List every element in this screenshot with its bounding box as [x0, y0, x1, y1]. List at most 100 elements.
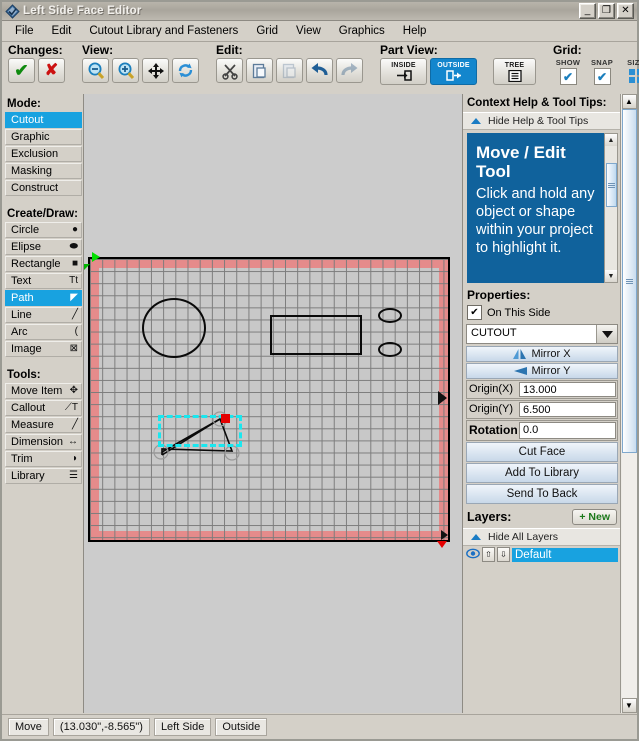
grid-snap-control[interactable]: SNAP ✔ [587, 58, 617, 85]
add-to-library-button[interactable]: Add To Library [466, 463, 618, 483]
menu-grid[interactable]: Grid [247, 23, 287, 39]
part-view-outside-button[interactable]: OUTSIDE [430, 58, 477, 85]
grid-show-control[interactable]: SHOW ✔ [553, 58, 583, 85]
pan-icon [147, 62, 164, 79]
menu-cutout-library[interactable]: Cutout Library and Fasteners [80, 23, 247, 39]
copy-button[interactable] [246, 58, 273, 83]
part-view-inside-button[interactable]: INSIDE [380, 58, 427, 85]
undo-button[interactable] [306, 58, 333, 83]
rotation-input[interactable]: 0.0 [519, 422, 616, 439]
sidebar-item-construct[interactable]: Construct [5, 180, 82, 196]
cut-button[interactable] [216, 58, 243, 83]
sidebar-item-arc[interactable]: Arc ( [5, 324, 82, 340]
sidebar-item-text[interactable]: Text Tt [5, 273, 82, 289]
arc-icon: ( [74, 326, 78, 337]
sidebar-item-rectangle[interactable]: Rectangle ■ [5, 256, 82, 272]
dimension-icon: ↔ [68, 436, 78, 447]
origin-y-row[interactable]: Origin(Y) 6.500 [466, 400, 618, 419]
scroll-up-icon[interactable]: ▲ [605, 134, 617, 146]
drawing-canvas[interactable] [84, 94, 463, 713]
library-icon: ☰ [69, 470, 78, 481]
scroll-up-icon[interactable]: ▲ [621, 94, 637, 109]
layer-name[interactable]: Default [512, 547, 618, 562]
sidebar-item-callout[interactable]: Callout ⟋T [5, 400, 82, 416]
mirror-x-button[interactable]: Mirror X [466, 346, 618, 362]
circle-cutout[interactable] [142, 298, 206, 358]
sidebar-item-trim[interactable]: Trim ◗ [5, 451, 82, 467]
origin-x-input[interactable]: 13.000 [519, 382, 616, 397]
cut-face-button[interactable]: Cut Face [466, 442, 618, 462]
face-drawing[interactable] [84, 252, 450, 548]
help-scrollbar[interactable]: ▲ ▼ [604, 133, 618, 283]
grid-snap-checkbox[interactable]: ✔ [593, 68, 611, 85]
sidebar-item-path[interactable]: Path ◤ [5, 290, 82, 306]
cancel-changes-button[interactable]: ✘ [38, 58, 65, 83]
rotation-row[interactable]: Rotation 0.0 [466, 420, 618, 441]
hide-all-layers-label: Hide All Layers [488, 531, 559, 543]
hide-help-toggle[interactable]: Hide Help & Tool Tips [463, 112, 620, 130]
sidebar-item-exclusion[interactable]: Exclusion [5, 146, 82, 162]
sidebar-item-graphic[interactable]: Graphic [5, 129, 82, 145]
undo-icon [311, 63, 328, 76]
move-layer-up-icon[interactable]: ⇧ [482, 547, 495, 562]
zoom-in-button[interactable] [112, 58, 139, 83]
sidebar-item-circle[interactable]: Circle ● [5, 222, 82, 238]
layer-item-default[interactable]: ⇧ ⇩ Default [466, 547, 618, 562]
origin-y-input[interactable]: 6.500 [519, 402, 616, 417]
paste-button[interactable] [276, 58, 303, 83]
sidebar-item-label: Image [11, 343, 42, 355]
scroll-down-icon[interactable]: ▼ [605, 270, 617, 282]
menu-edit[interactable]: Edit [43, 23, 81, 39]
grid-size-control[interactable]: SIZE [621, 58, 639, 83]
menu-view[interactable]: View [287, 23, 330, 39]
grid-overlay [90, 259, 448, 540]
maximize-button[interactable]: ❐ [598, 3, 615, 19]
grid-show-checkbox[interactable]: ✔ [559, 68, 577, 85]
new-layer-button[interactable]: + New [572, 509, 617, 525]
scroll-track[interactable] [621, 109, 637, 698]
move-layer-down-icon[interactable]: ⇩ [497, 547, 510, 562]
tree-button[interactable]: TREE [493, 58, 536, 85]
sidebar-item-measure[interactable]: Measure ╱ [5, 417, 82, 433]
edit-label: Edit: [216, 43, 243, 57]
selection-handle[interactable] [221, 414, 230, 423]
sidebar-item-cutout[interactable]: Cutout [5, 112, 82, 128]
sidebar-item-elipse[interactable]: Elipse ⬬ [5, 239, 82, 255]
menu-graphics[interactable]: Graphics [330, 23, 394, 39]
origin-y-label: Origin(Y) [469, 403, 514, 415]
hide-all-layers-toggle[interactable]: Hide All Layers [463, 528, 620, 546]
redo-button[interactable] [336, 58, 363, 83]
sidebar-item-line[interactable]: Line ╱ [5, 307, 82, 323]
origin-corner-icon [84, 264, 90, 270]
scroll-thumb[interactable] [605, 163, 617, 207]
rectangle-cutout[interactable] [270, 315, 362, 355]
zoom-out-button[interactable] [82, 58, 109, 83]
scroll-down-icon[interactable]: ▼ [621, 698, 637, 713]
eye-icon[interactable] [466, 548, 480, 562]
minimize-button[interactable]: _ [579, 3, 596, 19]
sidebar-item-dimension[interactable]: Dimension ↔ [5, 434, 82, 450]
send-to-back-button[interactable]: Send To Back [466, 484, 618, 504]
cutout-type-select[interactable]: CUTOUT [466, 324, 618, 344]
sidebar-item-masking[interactable]: Masking [5, 163, 82, 179]
close-button[interactable]: ✕ [617, 3, 634, 19]
refresh-button[interactable] [172, 58, 199, 83]
on-this-side-checkbox[interactable]: ✔ [467, 305, 482, 320]
oval-cutout-bottom[interactable] [378, 342, 402, 357]
origin-x-row[interactable]: Origin(X) 13.000 [466, 380, 618, 399]
sidebar-item-image[interactable]: Image ⊠ [5, 341, 82, 357]
on-this-side-row[interactable]: ✔ On This Side [463, 305, 620, 323]
toolbar-group-edit: Edit: [210, 42, 368, 94]
pan-button[interactable] [142, 58, 169, 83]
menu-help[interactable]: Help [394, 23, 436, 39]
right-panel-scrollbar[interactable]: ▲ ▼ [620, 94, 637, 713]
oval-cutout-top[interactable] [378, 308, 402, 323]
mirror-y-button[interactable]: Mirror Y [466, 363, 618, 379]
scroll-thumb[interactable] [621, 109, 637, 453]
chevron-down-icon[interactable] [596, 325, 617, 343]
sidebar-item-library[interactable]: Library ☰ [5, 468, 82, 484]
accept-changes-button[interactable]: ✔ [8, 58, 35, 83]
sidebar-item-move-item[interactable]: Move Item ✥ [5, 383, 82, 399]
menu-file[interactable]: File [6, 23, 43, 39]
check-icon: ✔ [596, 69, 608, 84]
